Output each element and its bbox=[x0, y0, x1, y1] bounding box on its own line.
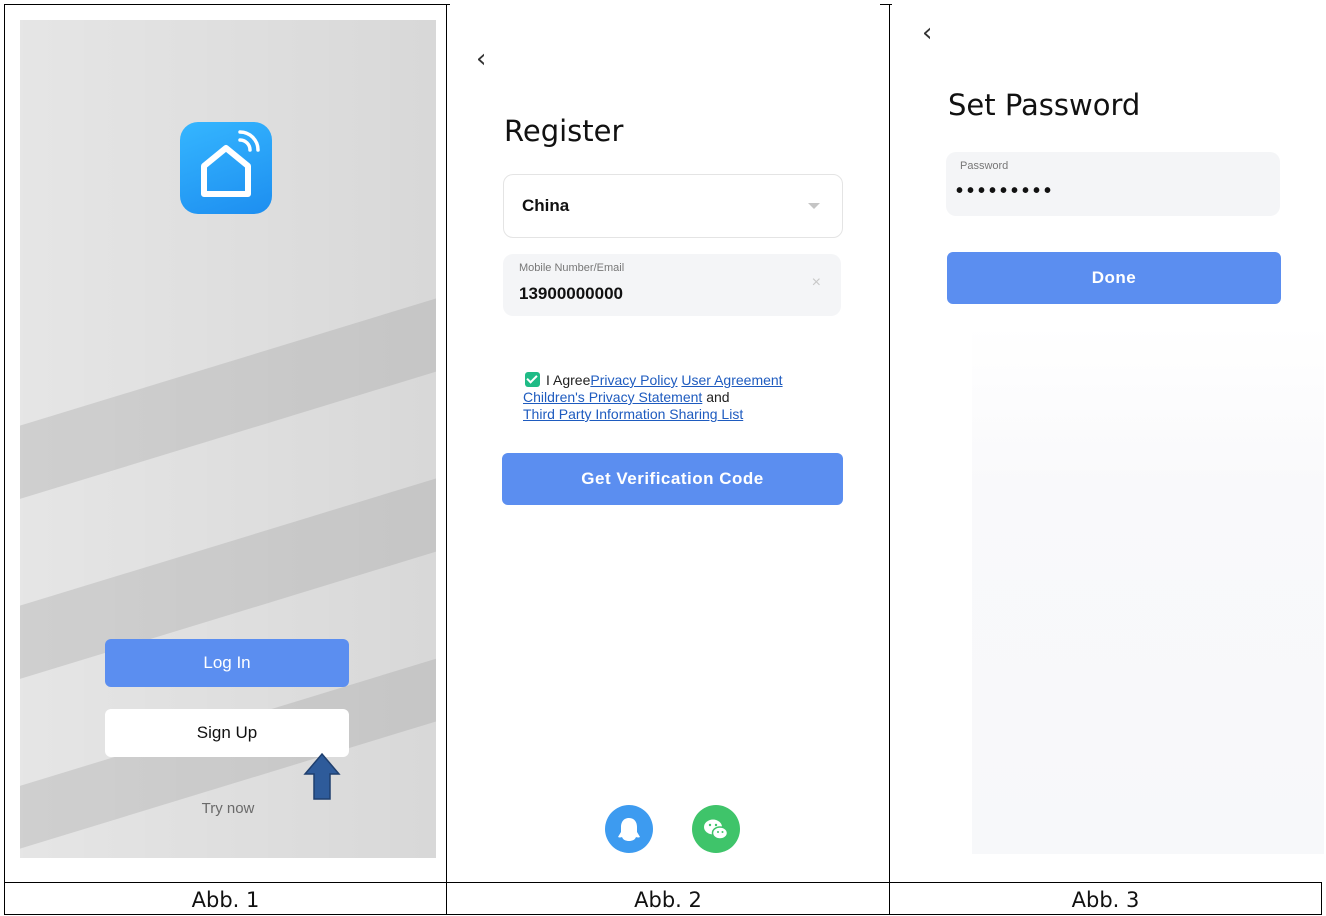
back-icon[interactable]: ‹ bbox=[476, 44, 486, 74]
signup-button[interactable]: Sign Up bbox=[105, 709, 349, 757]
agreement-block: I AgreePrivacy Policy User Agreement Chi… bbox=[523, 372, 865, 423]
mobile-email-field[interactable]: Mobile Number/Email 13900000000 × bbox=[503, 254, 841, 316]
table-border-left bbox=[4, 4, 5, 915]
try-now-link[interactable]: Try now bbox=[20, 800, 436, 817]
table-border-row bbox=[4, 882, 1322, 883]
caption-abb-3: Abb. 3 bbox=[1071, 888, 1140, 912]
password-value: ••••••••• bbox=[956, 180, 1056, 202]
wechat-icon[interactable] bbox=[692, 805, 740, 853]
launch-screen: Log In Sign Up Try now bbox=[20, 20, 436, 858]
qq-icon[interactable] bbox=[605, 805, 653, 853]
page-title: Set Password bbox=[948, 88, 1141, 122]
password-field[interactable]: Password ••••••••• bbox=[946, 152, 1280, 216]
login-button[interactable]: Log In bbox=[105, 639, 349, 687]
smart-home-icon bbox=[180, 122, 272, 214]
arrow-up-icon bbox=[303, 752, 341, 802]
country-value: China bbox=[522, 196, 570, 215]
background-fade bbox=[972, 324, 1324, 854]
mobile-email-value: 13900000000 bbox=[519, 284, 624, 303]
page-title: Register bbox=[504, 114, 624, 148]
childrens-privacy-link[interactable]: Children's Privacy Statement bbox=[523, 389, 702, 405]
caption-abb-2: Abb. 2 bbox=[634, 888, 702, 912]
chevron-down-icon bbox=[808, 203, 820, 209]
done-button[interactable]: Done bbox=[947, 252, 1281, 304]
register-screen: ‹ Register China Mobile Number/Email 139… bbox=[450, 4, 880, 882]
close-icon[interactable]: × bbox=[812, 274, 821, 292]
password-label: Password bbox=[960, 160, 1009, 172]
table-divider-1 bbox=[446, 4, 447, 915]
third-party-link[interactable]: Third Party Information Sharing List bbox=[523, 406, 743, 422]
set-password-screen: ‹ Set Password Password ••••••••• Done bbox=[892, 4, 1324, 882]
country-select[interactable]: China bbox=[503, 174, 843, 238]
caption-abb-1: Abb. 1 bbox=[191, 888, 260, 912]
table-divider-2 bbox=[889, 4, 890, 915]
back-icon[interactable]: ‹ bbox=[922, 18, 932, 48]
and-text: and bbox=[706, 389, 730, 405]
agree-prefix: I Agree bbox=[546, 372, 591, 388]
agree-checkbox[interactable] bbox=[525, 372, 540, 387]
mobile-email-label: Mobile Number/Email bbox=[519, 262, 625, 274]
get-verification-code-button[interactable]: Get Verification Code bbox=[502, 453, 843, 505]
privacy-policy-link[interactable]: Privacy Policy bbox=[590, 372, 677, 388]
user-agreement-link[interactable]: User Agreement bbox=[681, 372, 782, 388]
